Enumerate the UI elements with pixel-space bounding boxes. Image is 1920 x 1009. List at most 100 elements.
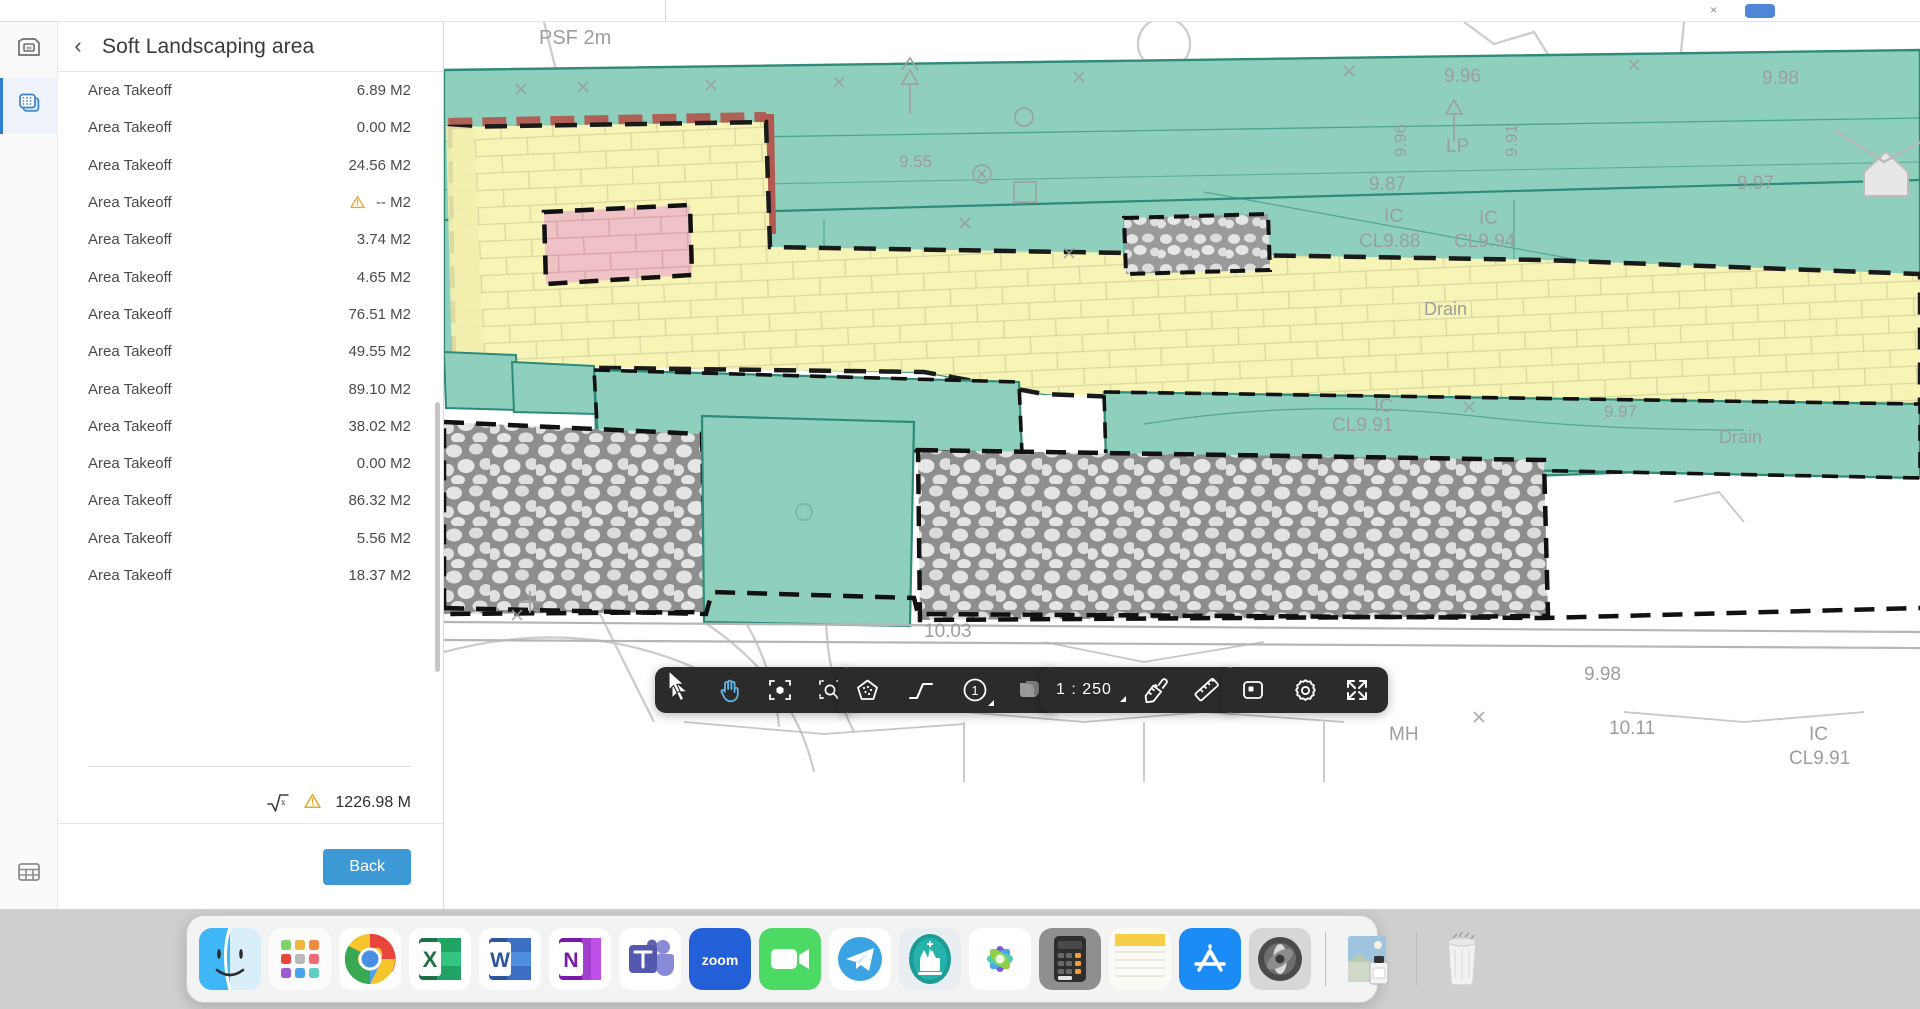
sidebar-item-drawings[interactable] bbox=[0, 22, 58, 78]
svg-text:X: X bbox=[423, 947, 438, 972]
table-row[interactable]: Area Takeoff 38.02 M2 bbox=[58, 408, 443, 445]
toolbar-view bbox=[1222, 667, 1388, 713]
close-icon[interactable]: × bbox=[1710, 4, 1722, 16]
window-chrome-strip: × bbox=[0, 0, 1920, 22]
drawing-label: 9.98 bbox=[1584, 664, 1621, 685]
dock-item-system-settings[interactable] bbox=[1249, 928, 1311, 990]
table-row[interactable]: Area Takeoff -- M2 bbox=[58, 184, 443, 221]
table-row[interactable]: Area Takeoff 4.65 M2 bbox=[58, 258, 443, 295]
dock-item-microsoft-onenote[interactable]: N bbox=[549, 928, 611, 990]
gear-icon[interactable] bbox=[1290, 675, 1320, 705]
takeoff-row-measure: 24.56 M2 bbox=[348, 156, 411, 174]
takeoff-row-measure: 38.02 M2 bbox=[348, 417, 411, 435]
table-row[interactable]: Area Takeoff 0.00 M2 bbox=[58, 109, 443, 146]
rail-bottom-group bbox=[0, 839, 58, 909]
expand-arrows-icon[interactable] bbox=[1342, 675, 1372, 705]
polyline-tool[interactable] bbox=[906, 675, 936, 705]
sidebar-item-takeoffs[interactable] bbox=[0, 78, 58, 134]
drawing-label: CL9.91 bbox=[1332, 415, 1393, 436]
table-row[interactable]: Area Takeoff 3.74 M2 bbox=[58, 221, 443, 258]
sidebar-item-table-view[interactable] bbox=[0, 846, 58, 902]
total-row: x 1226.98 M bbox=[58, 767, 443, 823]
fit-frame-icon[interactable] bbox=[765, 675, 795, 705]
svg-text:zoom: zoom bbox=[702, 952, 739, 968]
pan-tool[interactable] bbox=[715, 675, 745, 705]
select-tool[interactable] bbox=[665, 675, 695, 705]
table-row[interactable]: Area Takeoff 6.89 M2 bbox=[58, 72, 443, 109]
table-row[interactable]: Area Takeoff 86.32 M2 bbox=[58, 482, 443, 519]
dock-item-bluebeam-revu[interactable] bbox=[899, 928, 961, 990]
drawing-label: 9.97 bbox=[1604, 402, 1637, 421]
drawing-label: 9.96 bbox=[1391, 124, 1410, 157]
takeoff-row-label: Area Takeoff bbox=[88, 268, 172, 286]
takeoff-row-measure: 5.56 M2 bbox=[356, 529, 411, 547]
table-row[interactable]: Area Takeoff 0.00 M2 bbox=[58, 445, 443, 482]
takeoff-row-value: 86.32 M2 bbox=[348, 492, 411, 509]
dock-item-finder[interactable] bbox=[199, 928, 261, 990]
app-root: × ‹ Soft Landscaping area Area Takeoff 6… bbox=[0, 0, 1920, 1009]
chrome-action-button[interactable] bbox=[1745, 4, 1775, 18]
drawing-label: 10.11 bbox=[1609, 718, 1655, 739]
drawing-label: 9.87 bbox=[1369, 174, 1406, 195]
count-tool[interactable]: 1 bbox=[960, 675, 994, 706]
warning-icon bbox=[350, 195, 365, 210]
dock-item-downloads-stack[interactable] bbox=[1340, 928, 1402, 990]
dock-item-app-store[interactable] bbox=[1179, 928, 1241, 990]
sqrt-icon[interactable]: x bbox=[266, 792, 290, 814]
drawing-label: MH bbox=[1389, 724, 1419, 745]
list-scrollbar-thumb[interactable] bbox=[435, 402, 440, 672]
table-row[interactable]: Area Takeoff 76.51 M2 bbox=[58, 296, 443, 333]
dock-item-microsoft-teams[interactable] bbox=[619, 928, 681, 990]
polygon-tool[interactable] bbox=[852, 675, 882, 705]
macos-dock: X W N zoom bbox=[186, 915, 1477, 1003]
takeoff-row-label: Area Takeoff bbox=[88, 194, 172, 212]
takeoff-row-label: Area Takeoff bbox=[88, 567, 172, 584]
dock-item-google-chrome[interactable] bbox=[339, 928, 401, 990]
dock-item-facetime[interactable] bbox=[759, 928, 821, 990]
dock-item-microsoft-excel[interactable]: X bbox=[409, 928, 471, 990]
table-row[interactable]: Area Takeoff 18.37 M2 bbox=[58, 557, 443, 594]
drawing-label: IC bbox=[1384, 206, 1403, 227]
toolbar-navigation bbox=[655, 667, 855, 713]
table-row[interactable]: Area Takeoff 49.55 M2 bbox=[58, 333, 443, 370]
drawing-canvas[interactable]: PSF 2m9.969.989.959.979.969.91LP9.87ICCL… bbox=[444, 22, 1920, 909]
svg-text:x: x bbox=[281, 797, 286, 807]
dock-item-photos[interactable] bbox=[969, 928, 1031, 990]
dock-divider-2 bbox=[1416, 932, 1417, 986]
calibrate-scale-tool[interactable] bbox=[1140, 675, 1170, 705]
blueprint-icon bbox=[16, 35, 42, 66]
takeoff-row-measure: 76.51 M2 bbox=[348, 305, 411, 323]
drawing-label: IC bbox=[1809, 724, 1828, 745]
dock-item-calculator[interactable] bbox=[1039, 928, 1101, 990]
table-row[interactable]: Area Takeoff 5.56 M2 bbox=[58, 520, 443, 557]
dock-item-zoom[interactable]: zoom bbox=[689, 928, 751, 990]
measure-tool[interactable] bbox=[1192, 675, 1222, 705]
takeoff-row-measure: 6.89 M2 bbox=[356, 82, 411, 100]
takeoff-row-label: Area Takeoff bbox=[88, 119, 172, 137]
takeoff-row-value: 3.74 M2 bbox=[357, 231, 411, 248]
dock-item-launchpad[interactable] bbox=[269, 928, 331, 990]
takeoff-row-value: 49.55 M2 bbox=[348, 343, 411, 360]
dock-item-notes[interactable] bbox=[1109, 928, 1171, 990]
snapshot-tool[interactable] bbox=[1238, 675, 1268, 705]
total-section: x 1226.98 M bbox=[58, 756, 443, 823]
dock-item-telegram[interactable] bbox=[829, 928, 891, 990]
table-row[interactable]: Area Takeoff 89.10 M2 bbox=[58, 370, 443, 407]
table-row[interactable]: Area Takeoff 24.56 M2 bbox=[58, 147, 443, 184]
drawing-label: CL9.94 bbox=[1454, 231, 1516, 252]
takeoff-row-measure: 4.65 M2 bbox=[356, 268, 411, 286]
takeoff-row-label: Area Takeoff bbox=[88, 417, 172, 435]
drawing-label: 9.97 bbox=[1737, 173, 1774, 194]
site-plan-drawing: PSF 2m9.969.989.959.979.969.91LP9.87ICCL… bbox=[444, 22, 1920, 909]
back-chevron-icon[interactable]: ‹ bbox=[68, 34, 88, 57]
scale-value[interactable]: 1 : 250 bbox=[1056, 681, 1126, 702]
dock-item-trash[interactable] bbox=[1431, 928, 1493, 990]
takeoff-row-label: Area Takeoff bbox=[88, 82, 172, 100]
takeoff-row-value: 5.56 M2 bbox=[357, 530, 411, 547]
takeoff-row-label: Area Takeoff bbox=[88, 529, 172, 547]
back-button[interactable]: Back bbox=[323, 848, 411, 885]
dock-item-microsoft-word[interactable]: W bbox=[479, 928, 541, 990]
takeoff-list[interactable]: Area Takeoff 6.89 M2 Area Takeoff 0.00 M2 Ar… bbox=[58, 72, 443, 756]
takeoff-row-measure: 0.00 M2 bbox=[356, 455, 411, 473]
svg-text:W: W bbox=[490, 949, 510, 972]
